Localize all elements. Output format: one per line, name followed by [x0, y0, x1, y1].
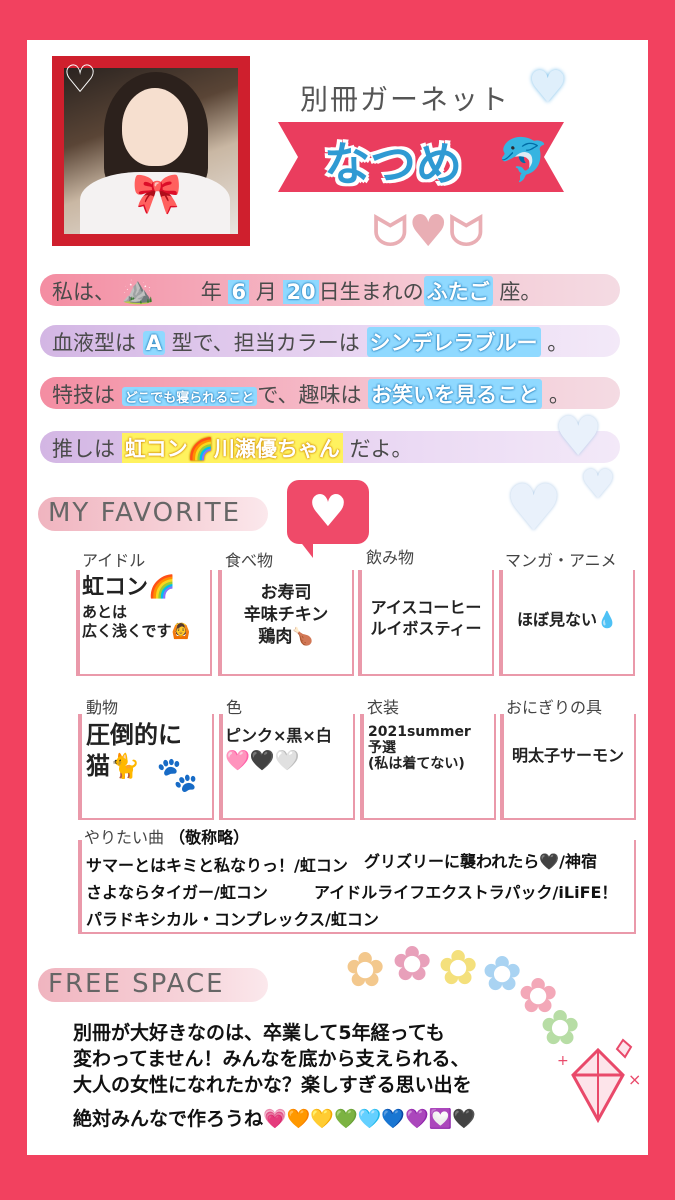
svg-text:×: ×	[628, 1070, 641, 1089]
oshi-line: 推しは 虹コン🌈川瀬優ちゃん だよ。	[52, 433, 413, 463]
song-item: パラドキシカル・コンプレックス/虹コン	[86, 910, 379, 929]
fav-food: お寿司 辛味チキン 鶏肉🍗	[243, 583, 329, 648]
bow-heart-icon: ᗢ♥ᗢ	[372, 206, 485, 257]
fav-onigiri: 明太子サーモン	[511, 746, 624, 765]
favorite-title: MY FAVORITE	[48, 498, 242, 528]
fav-costume: 2021summer 予選 (私は着てない)	[368, 724, 471, 773]
mountain-icon: ⛰️	[121, 276, 155, 306]
blood-line: 血液型は A 型で、担当カラーは シンデレラブルー 。	[52, 327, 568, 357]
free-space-text: 別冊が大好きなのは、卒業して5年経っても 変わってません！みんなを底から支えられ…	[73, 1022, 476, 1130]
fav-manga: ほぼ見ない💧	[517, 610, 617, 629]
heart-outline-icon: ♡	[63, 57, 98, 101]
flower-icon: ✿	[392, 936, 433, 992]
flower-icon: ✿	[482, 946, 523, 1002]
heart-icon: ♥	[528, 62, 568, 113]
fav-label-idol: アイドル	[82, 551, 146, 570]
flower-icon: ✿	[438, 940, 479, 996]
song-item: サマーとはキミと私なりっ！/虹コン	[86, 856, 348, 875]
song-item: グリズリーに襲われたら🖤/神宿	[364, 852, 597, 871]
birth-line: 私は、 ⛰️ 年 6 月 20 日生まれの ふたご 座。	[52, 276, 542, 306]
bubble-heart-icon: ♥	[505, 472, 563, 546]
song-item: さよならタイガー/虹コン	[86, 883, 268, 902]
svg-text:+: +	[557, 1053, 569, 1069]
skill-line: 特技は どこでも寝られること で、趣味は お笑いを見ること 。	[52, 379, 570, 409]
like-heart-icon: ♥	[287, 480, 369, 544]
fav-idol: 虹コン🌈 あとは 広く浅くです🙆	[82, 575, 191, 641]
song-item: アイドルライフエクストラパック/iLiFE！	[314, 883, 618, 902]
fav-box-onigiri	[500, 714, 636, 820]
bubble-heart-icon: ♥	[554, 405, 603, 468]
free-space-title: FREE SPACE	[48, 969, 225, 999]
group-name: 別冊ガーネット	[300, 83, 511, 116]
fav-drink: アイスコーヒー ルイボスティー	[370, 598, 482, 638]
fav-label-drink: 飲み物	[366, 548, 415, 567]
dolphin-icon: 🐬	[497, 135, 550, 184]
member-name: なつめ	[324, 137, 462, 191]
fav-color: ピンク×黒×白 🩷🖤🤍	[225, 726, 332, 772]
bubble-heart-icon: ♥	[580, 462, 616, 508]
diamond-icon: × +	[557, 1038, 641, 1124]
flower-icon: ✿	[345, 942, 386, 998]
fav-label-food: 食べ物	[225, 551, 274, 570]
paw-icon: 🐾	[156, 755, 199, 795]
fav-label-manga: マンガ・アニメ	[505, 551, 617, 570]
